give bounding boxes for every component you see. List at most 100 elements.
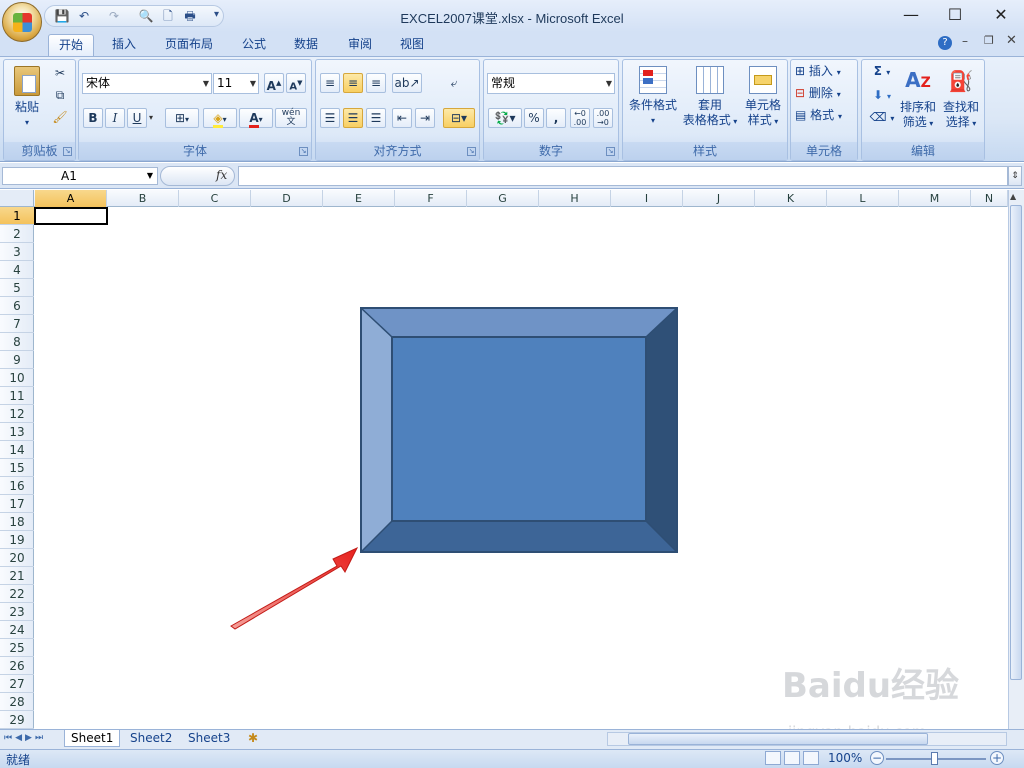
row-header[interactable]: 3 [0,243,34,261]
row-header[interactable]: 22 [0,585,34,603]
column-header[interactable]: B [107,190,179,207]
row-header[interactable]: 29 [0,711,34,729]
row-header[interactable]: 16 [0,477,34,495]
column-header[interactable]: L [827,190,899,207]
tab-page-layout[interactable]: 页面布局 [156,34,222,56]
row-header[interactable]: 21 [0,567,34,585]
bevel-shape[interactable] [360,307,680,555]
tab-formulas[interactable]: 公式 [232,34,276,56]
row-header[interactable]: 10 [0,369,34,387]
column-header[interactable]: K [755,190,827,207]
align-top-icon[interactable]: ≡ [320,73,340,93]
row-header[interactable]: 18 [0,513,34,531]
zoom-level[interactable]: 100% [828,751,862,765]
sort-filter-button[interactable]: AZ 排序和 筛选 ▾ [898,64,938,138]
font-color-button[interactable]: A▾ [239,108,273,128]
copy-icon[interactable]: ⧉ [50,85,70,105]
comma-button[interactable]: , [546,108,566,128]
column-header[interactable]: H [539,190,611,207]
decrease-indent-icon[interactable]: ⇤ [392,108,412,128]
font-name-select[interactable]: 宋体 ▼ [82,73,212,94]
help-icon[interactable]: ? [938,36,952,50]
column-header[interactable]: G [467,190,539,207]
row-header[interactable]: 14 [0,441,34,459]
tab-view[interactable]: 视图 [390,34,434,56]
minimize-button[interactable]: — [894,4,928,26]
page-layout-view-icon[interactable] [784,751,800,765]
font-launcher-icon[interactable]: ↘ [299,147,308,156]
tab-home[interactable]: 开始 [48,34,94,56]
row-header[interactable]: 19 [0,531,34,549]
row-header[interactable]: 2 [0,225,34,243]
shrink-font-button[interactable]: A▼ [286,73,306,93]
column-header[interactable]: D [251,190,323,207]
tab-review[interactable]: 审阅 [338,34,382,56]
conditional-formatting-button[interactable]: 条件格式 ▾ [625,64,681,138]
row-header[interactable]: 17 [0,495,34,513]
cut-icon[interactable]: ✂ [50,63,70,83]
row-header[interactable]: 11 [0,387,34,405]
number-launcher-icon[interactable]: ↘ [606,147,615,156]
percent-button[interactable]: % [524,108,544,128]
row-header[interactable]: 25 [0,639,34,657]
row-header[interactable]: 26 [0,657,34,675]
row-header[interactable]: 1 [0,207,34,225]
paste-button[interactable]: 粘贴 ▾ [10,64,44,134]
grow-font-button[interactable]: A▲ [264,73,284,93]
name-box[interactable]: A1 ▼ [2,167,158,185]
clipboard-launcher-icon[interactable]: ↘ [63,147,72,156]
column-header[interactable]: N [971,190,1008,207]
select-all-button[interactable] [0,190,34,207]
sheet-tab-1[interactable]: Sheet1 [64,730,121,747]
cell-styles-button[interactable]: 单元格 样式 ▾ [739,64,787,138]
vertical-scroll-thumb[interactable] [1010,205,1022,680]
italic-button[interactable]: I [105,108,125,128]
row-header[interactable]: 7 [0,315,34,333]
row-header[interactable]: 9 [0,351,34,369]
align-right-icon[interactable]: ☰ [366,108,386,128]
row-header[interactable]: 5 [0,279,34,297]
column-header[interactable]: C [179,190,251,207]
wrap-text-icon[interactable]: ⤶ [444,73,464,93]
horizontal-scroll-thumb[interactable] [628,733,928,745]
align-middle-icon[interactable]: ≡ [343,73,363,93]
merge-center-icon[interactable]: ⊟▾ [443,108,475,128]
align-left-icon[interactable]: ☰ [320,108,340,128]
accounting-format-icon[interactable]: 💱▾ [488,108,522,128]
format-cells-button[interactable]: ▤ 格式 ▾ [795,108,857,124]
column-header[interactable]: M [899,190,971,207]
column-header[interactable]: E [323,190,395,207]
page-break-view-icon[interactable] [803,751,819,765]
bold-button[interactable]: B [83,108,103,128]
sheet-tab-2[interactable]: Sheet2 [124,730,178,747]
clear-button[interactable]: ⌫ ▾ [868,110,896,126]
ribbon-minimize-icon[interactable]: – [962,34,968,48]
maximize-button[interactable]: ☐ [938,4,972,26]
column-header[interactable]: A [35,190,107,207]
increase-decimal-icon[interactable]: ←0.00 [570,108,590,128]
insert-cells-button[interactable]: ⊞ 插入 ▾ [795,64,857,80]
borders-button[interactable]: ⊞▾ [165,108,199,128]
zoom-slider-thumb[interactable] [931,752,938,765]
tab-insert[interactable]: 插入 [102,34,146,56]
tab-data[interactable]: 数据 [284,34,328,56]
number-format-select[interactable]: 常规 ▼ [487,73,615,94]
find-select-button[interactable]: ⛽ 查找和 选择 ▾ [940,64,982,138]
insert-sheet-icon[interactable]: ✱ [248,731,258,745]
delete-cells-button[interactable]: ⊟ 删除 ▾ [795,86,857,102]
formula-expand-icon[interactable]: ⇕ [1008,166,1022,186]
formula-input[interactable] [238,166,1008,186]
zoom-out-button[interactable]: − [870,751,884,765]
sheet-nav-icons[interactable]: ⏮◀▶⏭ [4,733,46,743]
column-header[interactable]: F [395,190,467,207]
underline-dropdown-icon[interactable]: ▾ [149,113,153,122]
orientation-icon[interactable]: ab↗ [392,73,422,93]
ribbon-restore-icon[interactable]: ❐ [984,34,994,47]
active-cell[interactable] [34,207,108,225]
close-button[interactable]: ✕ [984,4,1018,26]
workbook-close-icon[interactable]: ✕ [1006,33,1017,48]
increase-indent-icon[interactable]: ⇥ [415,108,435,128]
align-bottom-icon[interactable]: ≡ [366,73,386,93]
row-header[interactable]: 6 [0,297,34,315]
column-header[interactable]: J [683,190,755,207]
